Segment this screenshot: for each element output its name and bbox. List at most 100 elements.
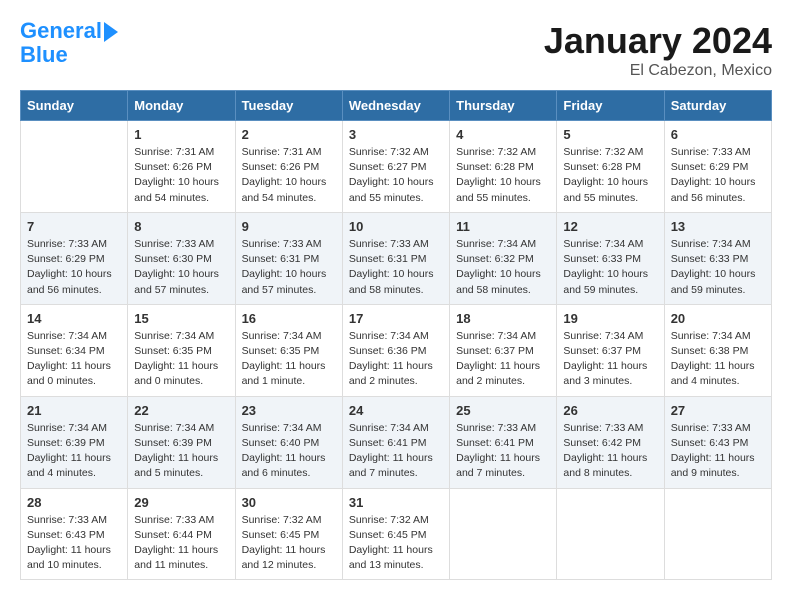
calendar-week-row: 1Sunrise: 7:31 AM Sunset: 6:26 PM Daylig…: [21, 121, 772, 213]
day-info: Sunrise: 7:33 AM Sunset: 6:43 PM Dayligh…: [27, 513, 121, 574]
title-block: January 2024 El Cabezon, Mexico: [544, 20, 772, 80]
logo-text: General: [20, 20, 102, 42]
day-info: Sunrise: 7:33 AM Sunset: 6:31 PM Dayligh…: [349, 237, 443, 298]
day-number: 30: [242, 495, 336, 510]
day-number: 23: [242, 403, 336, 418]
calendar-cell: 6 Sunrise: 7:33 AM Sunset: 6:29 PM Daylig…: [664, 121, 771, 213]
day-number: 27: [671, 403, 765, 418]
day-info: Sunrise: 7:33 AM Sunset: 6:44 PM Dayligh…: [134, 513, 228, 574]
day-number: 6: [671, 127, 765, 142]
day-number: 3: [349, 127, 443, 142]
calendar-cell: 20 Sunrise: 7:34 AM Sunset: 6:38 PM Dayli…: [664, 304, 771, 396]
day-number: 2: [242, 127, 336, 142]
day-info: Sunrise: 7:31 AM Sunset: 6:26 PM Dayligh…: [242, 145, 336, 206]
calendar-cell: 22 Sunrise: 7:34 AM Sunset: 6:39 PM Dayli…: [128, 396, 235, 488]
day-number: 20: [671, 311, 765, 326]
day-info: Sunrise: 7:34 AM Sunset: 6:37 PM Dayligh…: [456, 329, 550, 390]
header-wednesday: Wednesday: [342, 91, 449, 121]
day-info: Sunrise: 7:34 AM Sunset: 6:33 PM Dayligh…: [563, 237, 657, 298]
location-title: El Cabezon, Mexico: [544, 62, 772, 80]
calendar-week-row: 21 Sunrise: 7:34 AM Sunset: 6:39 PM Dayli…: [21, 396, 772, 488]
calendar-cell: 7 Sunrise: 7:33 AM Sunset: 6:29 PM Daylig…: [21, 212, 128, 304]
day-info: Sunrise: 7:34 AM Sunset: 6:39 PM Dayligh…: [27, 421, 121, 482]
calendar-cell: 30 Sunrise: 7:32 AM Sunset: 6:45 PM Dayli…: [235, 488, 342, 580]
day-number: 26: [563, 403, 657, 418]
day-info: Sunrise: 7:31 AM Sunset: 6:26 PM Dayligh…: [134, 145, 228, 206]
day-info: Sunrise: 7:33 AM Sunset: 6:31 PM Dayligh…: [242, 237, 336, 298]
day-info: Sunrise: 7:34 AM Sunset: 6:36 PM Dayligh…: [349, 329, 443, 390]
day-number: 8: [134, 219, 228, 234]
calendar-cell: 24 Sunrise: 7:34 AM Sunset: 6:41 PM Dayli…: [342, 396, 449, 488]
calendar-cell: 17Sunrise: 7:34 AM Sunset: 6:36 PM Dayli…: [342, 304, 449, 396]
day-info: Sunrise: 7:34 AM Sunset: 6:35 PM Dayligh…: [134, 329, 228, 390]
logo: General Blue: [20, 20, 118, 66]
header-monday: Monday: [128, 91, 235, 121]
day-info: Sunrise: 7:33 AM Sunset: 6:29 PM Dayligh…: [671, 145, 765, 206]
calendar-week-row: 28 Sunrise: 7:33 AM Sunset: 6:43 PM Dayli…: [21, 488, 772, 580]
day-number: 13: [671, 219, 765, 234]
day-number: 14: [27, 311, 121, 326]
day-info: Sunrise: 7:32 AM Sunset: 6:28 PM Dayligh…: [456, 145, 550, 206]
header-sunday: Sunday: [21, 91, 128, 121]
day-number: 24: [349, 403, 443, 418]
day-info: Sunrise: 7:34 AM Sunset: 6:33 PM Dayligh…: [671, 237, 765, 298]
calendar-cell: 11Sunrise: 7:34 AM Sunset: 6:32 PM Dayli…: [450, 212, 557, 304]
header-tuesday: Tuesday: [235, 91, 342, 121]
calendar-cell: 27 Sunrise: 7:33 AM Sunset: 6:43 PM Dayli…: [664, 396, 771, 488]
calendar-cell: 18Sunrise: 7:34 AM Sunset: 6:37 PM Dayli…: [450, 304, 557, 396]
calendar-cell: 16Sunrise: 7:34 AM Sunset: 6:35 PM Dayli…: [235, 304, 342, 396]
header-friday: Friday: [557, 91, 664, 121]
calendar-cell: 8Sunrise: 7:33 AM Sunset: 6:30 PM Daylig…: [128, 212, 235, 304]
logo-text2: Blue: [20, 44, 68, 66]
calendar-table: SundayMondayTuesdayWednesdayThursdayFrid…: [20, 90, 772, 580]
day-info: Sunrise: 7:34 AM Sunset: 6:32 PM Dayligh…: [456, 237, 550, 298]
day-number: 25: [456, 403, 550, 418]
day-number: 21: [27, 403, 121, 418]
calendar-cell: [450, 488, 557, 580]
day-info: Sunrise: 7:33 AM Sunset: 6:41 PM Dayligh…: [456, 421, 550, 482]
day-number: 10: [349, 219, 443, 234]
calendar-cell: 26Sunrise: 7:33 AM Sunset: 6:42 PM Dayli…: [557, 396, 664, 488]
day-info: Sunrise: 7:34 AM Sunset: 6:41 PM Dayligh…: [349, 421, 443, 482]
page-header: General Blue January 2024 El Cabezon, Me…: [20, 20, 772, 80]
day-info: Sunrise: 7:34 AM Sunset: 6:37 PM Dayligh…: [563, 329, 657, 390]
day-number: 31: [349, 495, 443, 510]
day-info: Sunrise: 7:34 AM Sunset: 6:39 PM Dayligh…: [134, 421, 228, 482]
day-info: Sunrise: 7:32 AM Sunset: 6:45 PM Dayligh…: [349, 513, 443, 574]
calendar-cell: 4Sunrise: 7:32 AM Sunset: 6:28 PM Daylig…: [450, 121, 557, 213]
day-number: 5: [563, 127, 657, 142]
calendar-cell: 29Sunrise: 7:33 AM Sunset: 6:44 PM Dayli…: [128, 488, 235, 580]
calendar-cell: [557, 488, 664, 580]
calendar-cell: 14 Sunrise: 7:34 AM Sunset: 6:34 PM Dayli…: [21, 304, 128, 396]
day-info: Sunrise: 7:33 AM Sunset: 6:43 PM Dayligh…: [671, 421, 765, 482]
day-number: 19: [563, 311, 657, 326]
calendar-cell: 21 Sunrise: 7:34 AM Sunset: 6:39 PM Dayli…: [21, 396, 128, 488]
logo-arrow-icon: [104, 22, 118, 42]
calendar-cell: [664, 488, 771, 580]
calendar-cell: 10 Sunrise: 7:33 AM Sunset: 6:31 PM Dayli…: [342, 212, 449, 304]
day-info: Sunrise: 7:34 AM Sunset: 6:35 PM Dayligh…: [242, 329, 336, 390]
day-info: Sunrise: 7:32 AM Sunset: 6:28 PM Dayligh…: [563, 145, 657, 206]
calendar-cell: 13 Sunrise: 7:34 AM Sunset: 6:33 PM Dayli…: [664, 212, 771, 304]
calendar-cell: 3 Sunrise: 7:32 AM Sunset: 6:27 PM Daylig…: [342, 121, 449, 213]
day-info: Sunrise: 7:32 AM Sunset: 6:27 PM Dayligh…: [349, 145, 443, 206]
day-info: Sunrise: 7:32 AM Sunset: 6:45 PM Dayligh…: [242, 513, 336, 574]
header-saturday: Saturday: [664, 91, 771, 121]
day-number: 15: [134, 311, 228, 326]
calendar-cell: 23 Sunrise: 7:34 AM Sunset: 6:40 PM Dayli…: [235, 396, 342, 488]
calendar-cell: 5 Sunrise: 7:32 AM Sunset: 6:28 PM Daylig…: [557, 121, 664, 213]
calendar-cell: [21, 121, 128, 213]
day-number: 28: [27, 495, 121, 510]
day-number: 12: [563, 219, 657, 234]
day-number: 9: [242, 219, 336, 234]
calendar-cell: 19 Sunrise: 7:34 AM Sunset: 6:37 PM Dayli…: [557, 304, 664, 396]
header-thursday: Thursday: [450, 91, 557, 121]
day-info: Sunrise: 7:34 AM Sunset: 6:34 PM Dayligh…: [27, 329, 121, 390]
day-number: 7: [27, 219, 121, 234]
calendar-cell: 28 Sunrise: 7:33 AM Sunset: 6:43 PM Dayli…: [21, 488, 128, 580]
day-number: 22: [134, 403, 228, 418]
day-info: Sunrise: 7:34 AM Sunset: 6:38 PM Dayligh…: [671, 329, 765, 390]
day-info: Sunrise: 7:33 AM Sunset: 6:29 PM Dayligh…: [27, 237, 121, 298]
calendar-cell: 1Sunrise: 7:31 AM Sunset: 6:26 PM Daylig…: [128, 121, 235, 213]
day-info: Sunrise: 7:34 AM Sunset: 6:40 PM Dayligh…: [242, 421, 336, 482]
